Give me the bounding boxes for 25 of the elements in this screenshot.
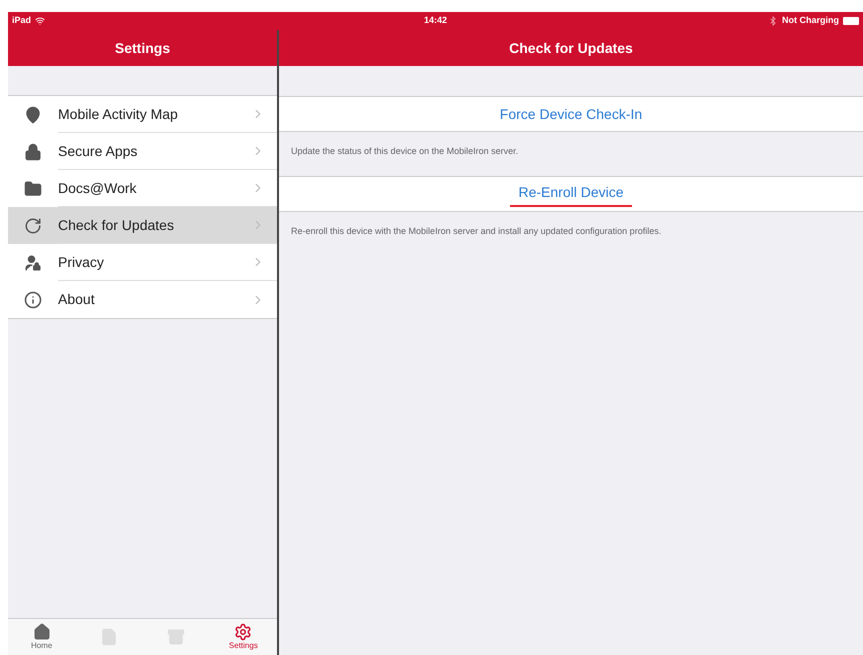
refresh-icon	[24, 216, 42, 234]
home-icon	[32, 623, 51, 641]
action-description: Update the status of this device on the MobileIron server.	[291, 146, 518, 156]
bluetooth-icon	[768, 16, 778, 26]
tab-item[interactable]: Home	[8, 619, 76, 655]
sidebar-item[interactable]: Check for Updates	[8, 207, 277, 244]
user-lock-icon	[24, 254, 42, 272]
archive-icon	[167, 628, 186, 646]
tab-item[interactable]: Settings	[210, 619, 277, 655]
settings-icon	[234, 623, 252, 641]
sidebar-title: Settings	[114, 38, 170, 58]
action-button[interactable]: Force Device Check-In	[500, 104, 642, 124]
map-pin-icon	[24, 106, 42, 124]
document-icon	[100, 628, 118, 646]
action-description: Re-enroll this device with the MobileIron server and install any updated configuration profiles.	[291, 226, 662, 236]
folder-icon	[24, 180, 42, 198]
device-name: iPad	[12, 14, 32, 28]
detail-title: Check for Updates	[509, 38, 633, 58]
battery-icon	[843, 17, 859, 25]
status-time: 14:42	[424, 14, 448, 28]
info-icon	[24, 290, 42, 308]
action-button[interactable]: Re-Enroll Device	[518, 182, 624, 202]
wifi-icon	[35, 16, 46, 26]
charging-status: Not Charging	[782, 14, 839, 28]
lock-icon	[24, 142, 42, 160]
